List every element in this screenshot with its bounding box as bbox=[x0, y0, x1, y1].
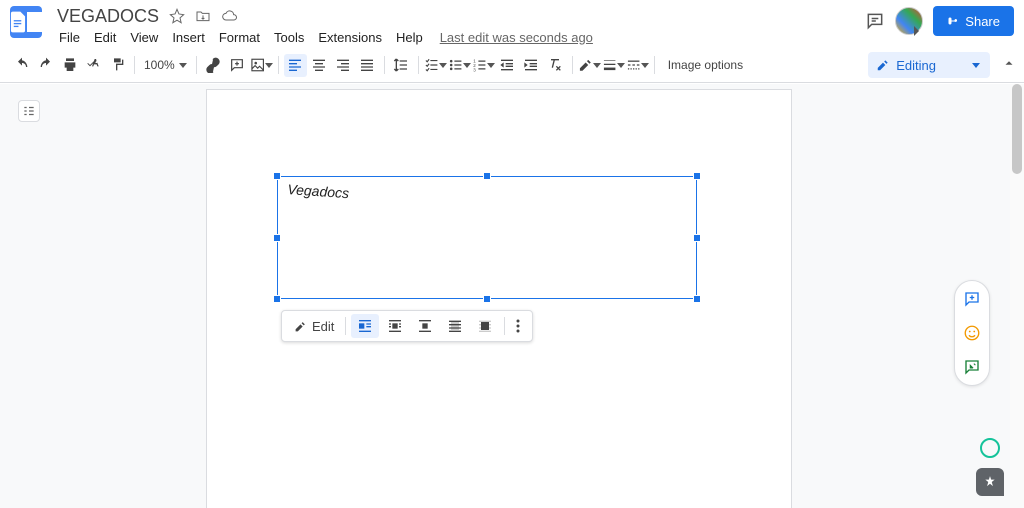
grammarly-icon[interactable] bbox=[980, 438, 1000, 458]
separator bbox=[278, 56, 279, 74]
emoji-reaction-icon[interactable] bbox=[962, 323, 982, 343]
mode-dropdown[interactable]: Editing bbox=[868, 52, 990, 78]
resize-handle[interactable] bbox=[483, 295, 491, 303]
textbox-selection[interactable]: Vegadocs bbox=[277, 176, 697, 299]
align-center-icon[interactable] bbox=[308, 54, 331, 77]
separator bbox=[572, 56, 573, 74]
cloud-status-icon[interactable] bbox=[221, 8, 239, 24]
separator bbox=[196, 56, 197, 74]
last-edit-link[interactable]: Last edit was seconds ago bbox=[440, 30, 593, 45]
scroll-thumb[interactable] bbox=[1012, 84, 1022, 174]
document-title[interactable]: VEGADOCS bbox=[52, 5, 164, 28]
add-comment-icon[interactable] bbox=[962, 289, 982, 309]
wrap-inline-icon[interactable] bbox=[351, 314, 379, 338]
comment-icon[interactable] bbox=[226, 54, 249, 77]
separator bbox=[504, 317, 505, 335]
wrap-break-icon[interactable] bbox=[411, 314, 439, 338]
textbox-content: Vegadocs bbox=[287, 181, 350, 201]
border-dash-icon[interactable] bbox=[626, 54, 649, 77]
menu-insert[interactable]: Insert bbox=[165, 28, 212, 47]
link-icon[interactable] bbox=[202, 54, 225, 77]
line-spacing-icon[interactable] bbox=[390, 54, 413, 77]
align-right-icon[interactable] bbox=[332, 54, 355, 77]
align-justify-icon[interactable] bbox=[356, 54, 379, 77]
redo-icon[interactable] bbox=[34, 54, 57, 77]
separator bbox=[384, 56, 385, 74]
wrap-behind-icon[interactable] bbox=[441, 314, 469, 338]
separator bbox=[345, 317, 346, 335]
resize-handle[interactable] bbox=[483, 172, 491, 180]
edit-button[interactable]: Edit bbox=[288, 314, 340, 338]
spellcheck-icon[interactable] bbox=[82, 54, 105, 77]
menu-format[interactable]: Format bbox=[212, 28, 267, 47]
editing-label: Editing bbox=[896, 58, 936, 73]
resize-handle[interactable] bbox=[273, 234, 281, 242]
menu-view[interactable]: View bbox=[123, 28, 165, 47]
undo-icon[interactable] bbox=[10, 54, 33, 77]
wrap-text-icon[interactable] bbox=[381, 314, 409, 338]
menu-tools[interactable]: Tools bbox=[267, 28, 311, 47]
image-context-toolbar: Edit bbox=[281, 310, 533, 342]
insert-image-icon[interactable] bbox=[250, 54, 273, 77]
paint-format-icon[interactable] bbox=[106, 54, 129, 77]
indent-decrease-icon[interactable] bbox=[496, 54, 519, 77]
resize-handle[interactable] bbox=[693, 172, 701, 180]
separator bbox=[654, 56, 655, 74]
explore-button[interactable] bbox=[976, 468, 1004, 496]
numbered-list-icon[interactable]: 123 bbox=[472, 54, 495, 77]
menu-edit[interactable]: Edit bbox=[87, 28, 123, 47]
print-icon[interactable] bbox=[58, 54, 81, 77]
separator bbox=[418, 56, 419, 74]
svg-text:3: 3 bbox=[473, 67, 476, 72]
resize-handle[interactable] bbox=[693, 295, 701, 303]
resize-handle[interactable] bbox=[273, 172, 281, 180]
share-label: Share bbox=[965, 14, 1000, 29]
separator bbox=[134, 56, 135, 74]
share-button[interactable]: Share bbox=[933, 6, 1014, 36]
outline-toggle-icon[interactable] bbox=[18, 100, 40, 122]
meet-avatar[interactable] bbox=[895, 7, 923, 35]
menu-file[interactable]: File bbox=[52, 28, 87, 47]
move-icon[interactable] bbox=[195, 8, 211, 24]
bullet-list-icon[interactable] bbox=[448, 54, 471, 77]
docs-logo-icon[interactable] bbox=[10, 6, 42, 38]
checklist-icon[interactable] bbox=[424, 54, 447, 77]
menu-extensions[interactable]: Extensions bbox=[311, 28, 389, 47]
border-color-icon[interactable] bbox=[578, 54, 601, 77]
vertical-scrollbar[interactable] bbox=[1010, 84, 1024, 508]
suggest-edit-icon[interactable] bbox=[962, 357, 982, 377]
zoom-value: 100% bbox=[144, 58, 175, 72]
border-weight-icon[interactable] bbox=[602, 54, 625, 77]
menu-help[interactable]: Help bbox=[389, 28, 430, 47]
collapse-toolbar-icon[interactable] bbox=[1002, 56, 1016, 70]
comment-rail bbox=[954, 280, 990, 386]
clear-formatting-icon[interactable] bbox=[544, 54, 567, 77]
edit-label: Edit bbox=[312, 319, 334, 334]
wrap-front-icon[interactable] bbox=[471, 314, 499, 338]
document-page[interactable]: Vegadocs Edit bbox=[206, 89, 792, 508]
resize-handle[interactable] bbox=[693, 234, 701, 242]
comment-history-icon[interactable] bbox=[865, 11, 885, 31]
image-options-button[interactable]: Image options bbox=[660, 58, 751, 72]
more-options-icon[interactable] bbox=[510, 314, 526, 338]
zoom-dropdown[interactable]: 100% bbox=[140, 58, 191, 72]
star-icon[interactable] bbox=[169, 8, 185, 24]
indent-increase-icon[interactable] bbox=[520, 54, 543, 77]
align-left-icon[interactable] bbox=[284, 54, 307, 77]
resize-handle[interactable] bbox=[273, 295, 281, 303]
